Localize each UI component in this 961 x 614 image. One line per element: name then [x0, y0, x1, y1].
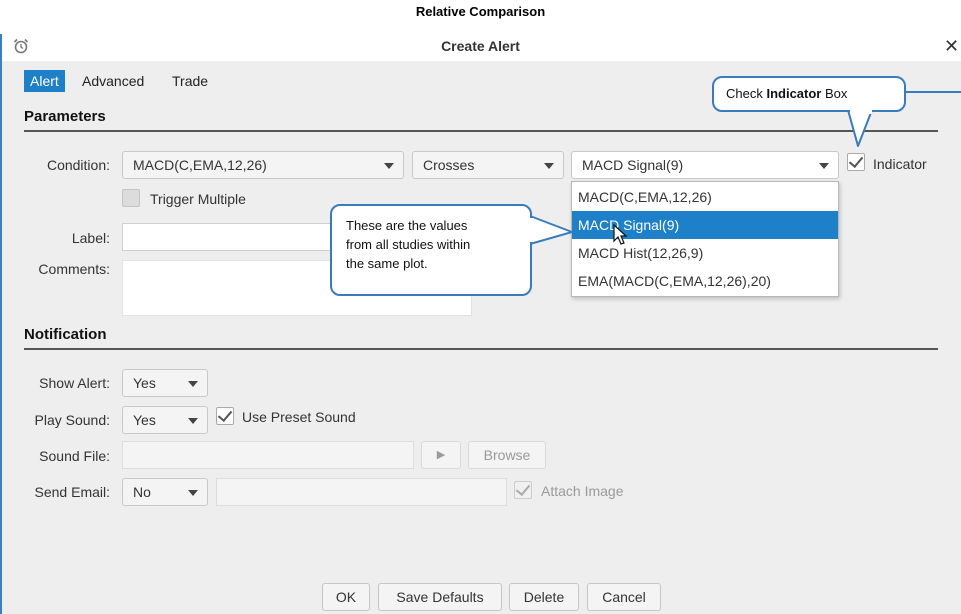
values-callout-line: the same plot.: [346, 256, 428, 271]
values-callout: These are the values from all studies wi…: [330, 204, 532, 296]
values-callout-line: These are the values: [346, 218, 468, 233]
values-callout-line: from all studies within: [346, 237, 471, 252]
callout-pointer-mask: [526, 218, 534, 242]
values-callout-pointer: [529, 215, 573, 245]
